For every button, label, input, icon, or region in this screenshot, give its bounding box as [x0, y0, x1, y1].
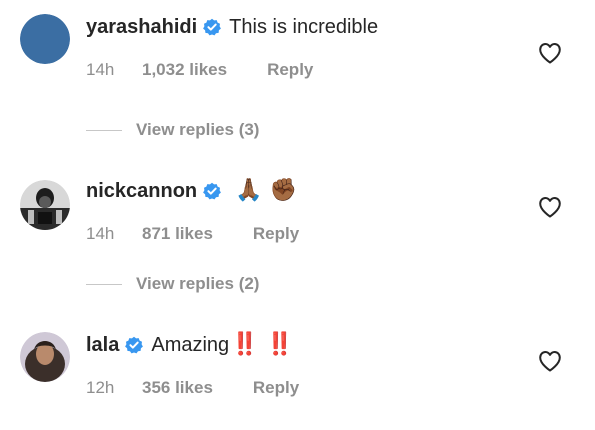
avatar[interactable] — [20, 332, 70, 382]
verified-badge-icon — [203, 18, 222, 36]
view-replies-label: View replies (3) — [136, 120, 260, 139]
comment-meta: 14h 1,032 likes Reply — [86, 58, 313, 82]
timestamp: 14h — [86, 60, 115, 79]
verified-badge-icon — [203, 182, 222, 200]
comment-text: This is incredible — [229, 15, 379, 38]
username[interactable]: yarashahidi — [86, 16, 197, 39]
reply-button[interactable]: Reply — [267, 60, 313, 80]
username[interactable]: lala — [86, 334, 119, 357]
comment-line: lala Amazing ‼️ ‼️ — [86, 330, 294, 360]
timestamp: 14h — [86, 224, 115, 243]
comment-emoji: ‼️ ‼️ — [231, 332, 294, 357]
verified-badge-icon — [125, 336, 144, 354]
avatar[interactable] — [20, 14, 70, 64]
comment-emoji: 🙏🏾 ✊🏾 — [235, 178, 297, 203]
comment-meta: 12h 356 likes Reply — [86, 376, 299, 400]
comment-item: yarashahidi This is incredible 14h 1,032… — [0, 12, 595, 112]
comment-text: Amazing — [151, 333, 230, 356]
likes-count[interactable]: 356 likes — [142, 378, 213, 398]
divider — [86, 129, 122, 131]
reply-button[interactable]: Reply — [253, 378, 299, 398]
divider — [86, 283, 122, 285]
comment-item: nickcannon 🙏🏾 ✊🏾 14h 871 likes Reply — [0, 176, 595, 276]
heart-outline-icon[interactable] — [538, 350, 562, 372]
heart-outline-icon[interactable] — [538, 42, 562, 64]
likes-count[interactable]: 1,032 likes — [142, 60, 227, 80]
username[interactable]: nickcannon — [86, 180, 197, 203]
comment-meta: 14h 871 likes Reply — [86, 222, 299, 246]
comment-line: nickcannon 🙏🏾 ✊🏾 — [86, 176, 297, 206]
comment-item: lala Amazing ‼️ ‼️ 12h 356 likes Reply — [0, 330, 595, 430]
view-replies-button[interactable]: View replies (2) — [86, 272, 259, 296]
view-replies-button[interactable]: View replies (3) — [86, 118, 259, 142]
avatar[interactable] — [20, 180, 70, 230]
reply-button[interactable]: Reply — [253, 224, 299, 244]
comment-line: yarashahidi This is incredible — [86, 12, 378, 42]
timestamp: 12h — [86, 378, 115, 397]
heart-outline-icon[interactable] — [538, 196, 562, 218]
view-replies-label: View replies (2) — [136, 274, 260, 293]
likes-count[interactable]: 871 likes — [142, 224, 213, 244]
